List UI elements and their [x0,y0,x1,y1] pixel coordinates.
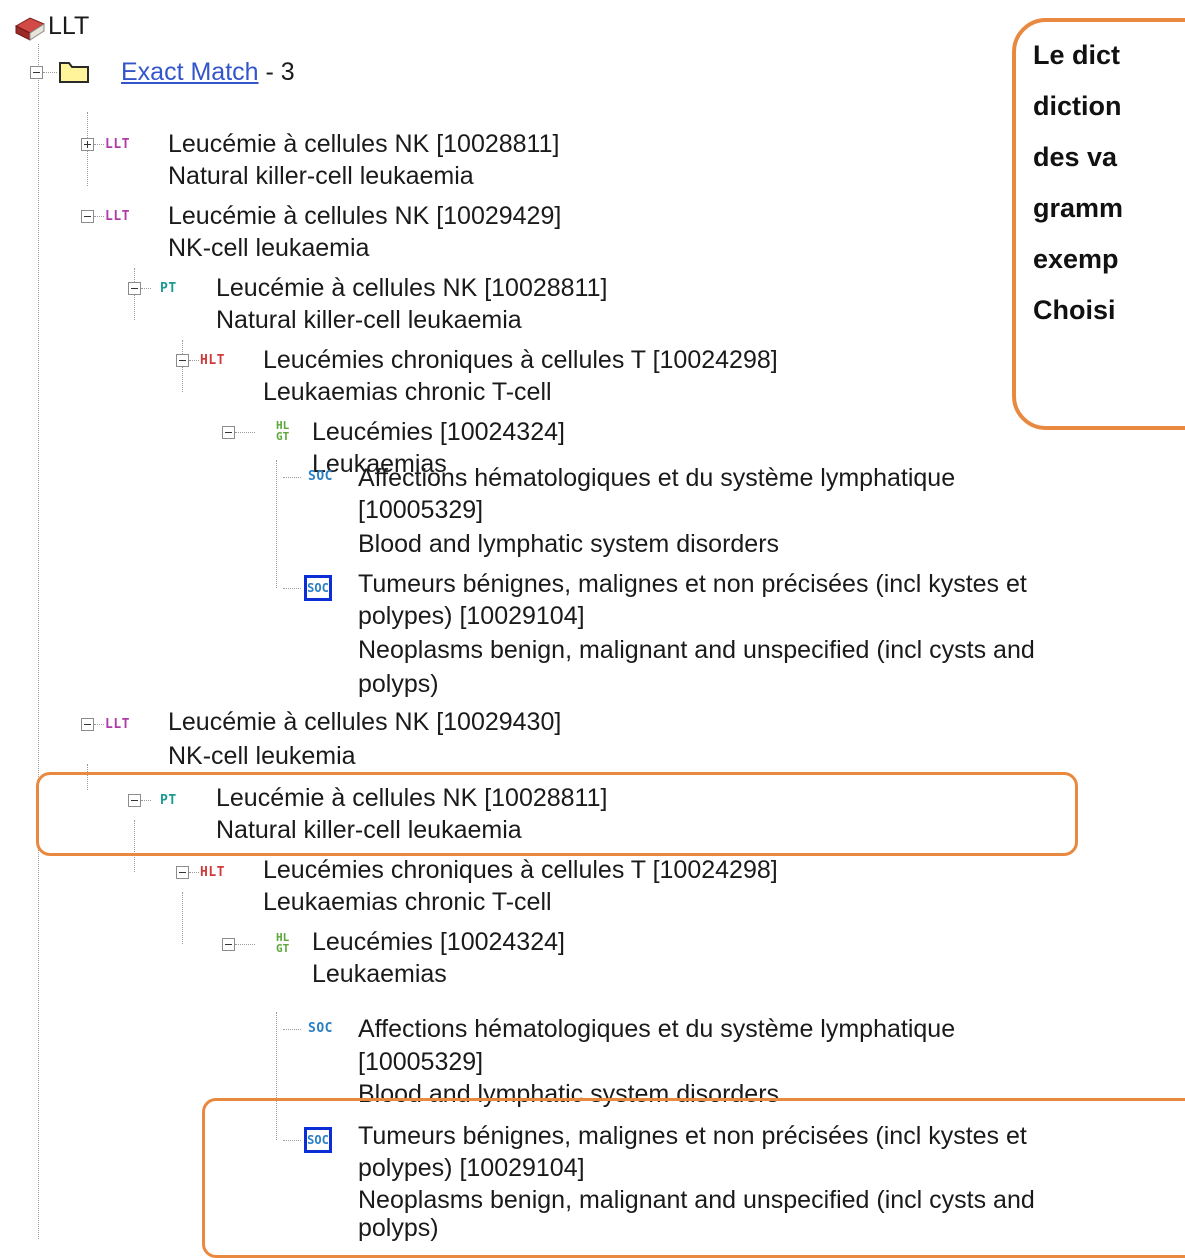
callout-line: exemp [1033,244,1119,274]
soc-term-code: polypes) [10029104] [358,1154,585,1182]
hlgt-badge-bottom: GT [276,430,290,443]
soc-icon: SOC [308,1021,333,1036]
llt-term-en: NK-cell leukemia [168,742,356,770]
hlgt-icon: HL GT [276,932,289,954]
tree-line [182,892,183,944]
hlt-term-en: Leukaemias chronic T-cell [263,888,552,916]
collapse-toggle[interactable] [222,426,235,439]
hlt-term-fr[interactable]: Leucémies chroniques à cellules T [10024… [263,344,778,376]
tree-line [141,800,151,801]
llt-icon: LLT [105,209,130,224]
llt-term-en: Natural killer-cell leukaemia [168,162,474,190]
pt-term-en: Natural killer-cell leukaemia [216,816,522,844]
collapse-toggle[interactable] [176,866,189,879]
tree-line [189,360,199,361]
collapse-toggle[interactable] [128,282,141,295]
soc-term-fr[interactable]: Tumeurs bénignes, malignes et non précis… [358,568,1027,600]
callout-line: diction [1033,91,1122,121]
hlt-icon: HLT [200,865,225,880]
soc-term-code: [10005329] [358,496,484,524]
tree-line [283,588,301,589]
soc-term-code: polypes) [10029104] [358,602,585,630]
tree-line [235,944,255,945]
soc-term-en: Neoplasms benign, malignant and unspecif… [358,636,1035,664]
soc-term-fr[interactable]: Affections hématologiques et du système … [358,462,955,494]
primary-soc-icon: SOC [304,1127,332,1153]
tree-line [94,724,104,725]
callout-text: Le dict diction des va gramm exemp Chois… [1033,30,1123,336]
soc-term-fr[interactable]: Tumeurs bénignes, malignes et non précis… [358,1120,1027,1152]
soc-term-code: [10005329] [358,1048,484,1076]
pt-term-fr[interactable]: Leucémie à cellules NK [10028811] [216,272,607,304]
root-label[interactable]: LLT [48,10,89,42]
exact-match-group[interactable]: Exact Match - 3 [121,56,295,88]
soc-term-en: Neoplasms benign, malignant and unspecif… [358,1186,1035,1214]
collapse-toggle[interactable] [128,794,141,807]
llt-term-fr[interactable]: Leucémie à cellules NK [10029429] [168,200,561,232]
tree-line [38,44,39,1239]
tree-line [189,872,199,873]
hlt-term-fr[interactable]: Leucémies chroniques à cellules T [10024… [263,854,778,886]
pt-icon: PT [160,793,177,808]
tree-line [276,460,277,588]
callout-line: Le dict [1033,40,1121,70]
pt-term-fr[interactable]: Leucémie à cellules NK [10028811] [216,782,607,814]
soc-term-en-cont: polyps) [358,1214,439,1242]
collapse-toggle[interactable] [222,938,235,951]
callout-line: gramm [1033,193,1124,223]
callout-line: des va [1033,142,1118,172]
soc-term-fr[interactable]: Affections hématologiques et du système … [358,1013,955,1045]
llt-icon: LLT [105,717,130,732]
llt-term-en: NK-cell leukaemia [168,234,370,262]
collapse-toggle[interactable] [81,210,94,223]
hlgt-term-fr[interactable]: Leucémies [10024324] [312,926,565,958]
hlt-term-en: Leukaemias chronic T-cell [263,378,552,406]
tree-line [94,216,104,217]
pt-term-en: Natural killer-cell leukaemia [216,306,522,334]
hlgt-term-en: Leukaemias [312,960,447,988]
tree-line [43,72,57,73]
llt-term-fr[interactable]: Leucémie à cellules NK [10028811] [168,128,559,160]
expand-toggle[interactable] [81,138,94,151]
soc-term-en: Blood and lymphatic system disorders [358,530,780,558]
collapse-toggle[interactable] [176,354,189,367]
collapse-toggle[interactable] [30,66,43,79]
tree-line [141,288,151,289]
soc-icon: SOC [308,469,333,484]
hlgt-icon: HL GT [276,420,289,442]
folder-icon [58,58,90,84]
llt-icon: LLT [105,137,130,152]
tree-line [235,432,255,433]
soc-term-en-cont: polyps) [358,670,439,698]
llt-term-fr[interactable]: Leucémie à cellules NK [10029430] [168,706,561,738]
hlgt-badge-bottom: GT [276,942,290,955]
book-icon [12,14,48,44]
collapse-toggle[interactable] [81,718,94,731]
primary-soc-icon: SOC [304,575,332,601]
tree-line [283,477,301,478]
hlgt-term-fr[interactable]: Leucémies [10024324] [312,416,565,448]
hlt-icon: HLT [200,353,225,368]
tree-line [94,144,104,145]
callout-line: Choisi [1033,295,1116,325]
exact-match-count: - 3 [258,58,295,86]
exact-match-link[interactable]: Exact Match [121,58,259,86]
pt-icon: PT [160,281,177,296]
tree-line [283,1029,301,1030]
